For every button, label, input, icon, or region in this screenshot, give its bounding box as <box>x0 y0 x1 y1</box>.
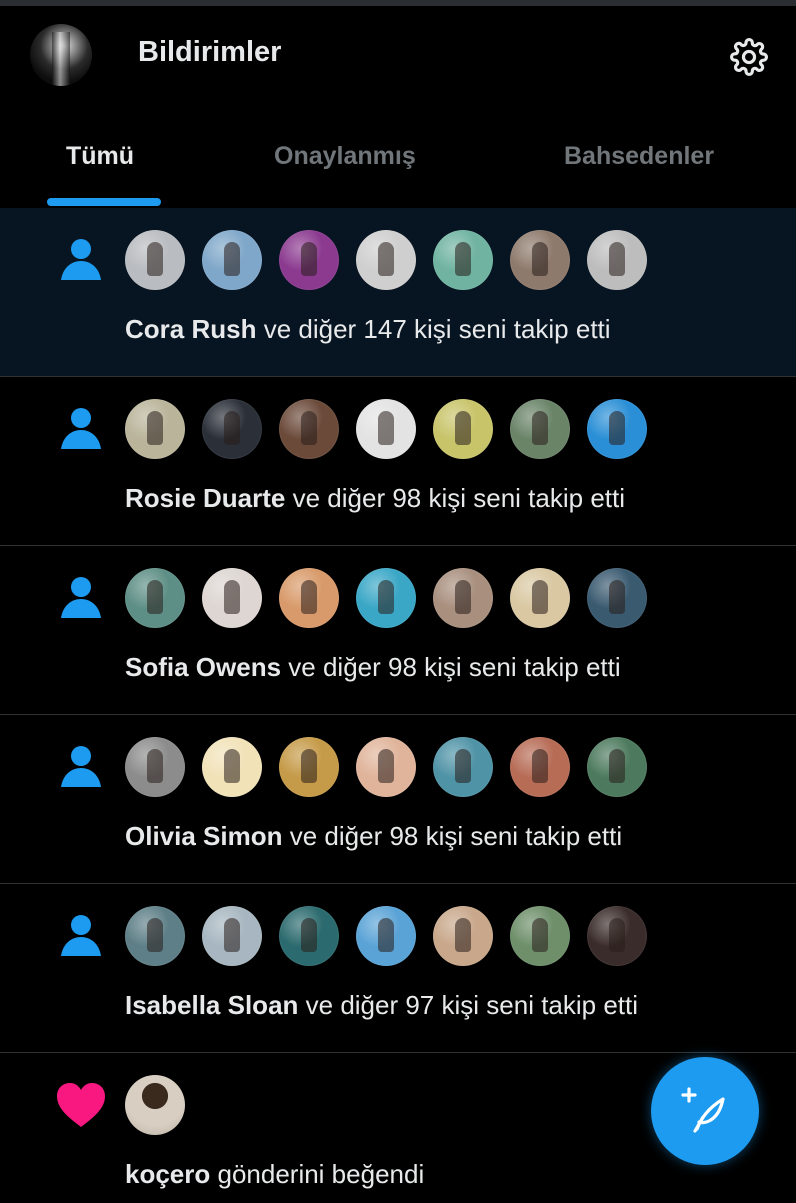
tab-bar: Tümü Onaylanmış Bahsedenler <box>0 106 796 209</box>
profile-avatar[interactable] <box>30 24 92 86</box>
follower-avatar[interactable] <box>433 906 493 966</box>
follower-avatar[interactable] <box>202 568 262 628</box>
notification-row[interactable]: Sofia Owens ve diğer 98 kişi seni takip … <box>0 546 796 715</box>
follower-avatar[interactable] <box>356 568 416 628</box>
follower-avatar[interactable] <box>510 568 570 628</box>
user-name[interactable]: Isabella Sloan <box>125 990 298 1020</box>
follower-avatar[interactable] <box>356 230 416 290</box>
notification-text: Cora Rush ve diğer 147 kişi seni takip e… <box>125 314 611 345</box>
notification-action: ve diğer 98 kişi seni takip etti <box>285 483 626 513</box>
notification-action: gönderini beğendi <box>210 1159 425 1189</box>
person-icon <box>58 574 104 620</box>
notification-row[interactable]: Cora Rush ve diğer 147 kişi seni takip e… <box>0 208 796 377</box>
follower-avatar[interactable] <box>125 737 185 797</box>
follower-avatar[interactable] <box>587 737 647 797</box>
page-title: Bildirimler <box>138 36 282 68</box>
compose-button[interactable] <box>651 1057 759 1165</box>
notification-row[interactable]: Rosie Duarte ve diğer 98 kişi seni takip… <box>0 377 796 546</box>
notification-action: ve diğer 98 kişi seni takip etti <box>281 652 621 682</box>
follower-avatar[interactable] <box>279 737 339 797</box>
user-name[interactable]: Olivia Simon <box>125 821 283 851</box>
follower-avatar[interactable] <box>202 737 262 797</box>
notification-action: ve diğer 147 kişi seni takip etti <box>256 314 611 344</box>
follower-avatar[interactable] <box>202 906 262 966</box>
gear-icon[interactable] <box>730 38 768 76</box>
notification-row[interactable]: Isabella Sloan ve diğer 97 kişi seni tak… <box>0 884 796 1053</box>
follower-avatar[interactable] <box>356 737 416 797</box>
follower-avatar[interactable] <box>433 399 493 459</box>
follower-avatar[interactable] <box>356 906 416 966</box>
header: Bildirimler <box>0 6 796 106</box>
follower-avatar[interactable] <box>510 399 570 459</box>
user-name[interactable]: Sofia Owens <box>125 652 281 682</box>
follower-avatar[interactable] <box>587 399 647 459</box>
follower-avatar[interactable] <box>433 568 493 628</box>
tab-verified[interactable]: Onaylanmış <box>274 142 416 171</box>
notification-text: Olivia Simon ve diğer 98 kişi seni takip… <box>125 821 622 852</box>
follower-avatar[interactable] <box>433 230 493 290</box>
user-name[interactable]: Rosie Duarte <box>125 483 285 513</box>
user-name[interactable]: Cora Rush <box>125 314 256 344</box>
liker-avatar[interactable] <box>125 1075 185 1135</box>
follower-avatar[interactable] <box>510 230 570 290</box>
person-icon <box>58 236 104 282</box>
follower-avatar[interactable] <box>587 568 647 628</box>
person-icon <box>58 743 104 789</box>
follower-avatar[interactable] <box>510 737 570 797</box>
follower-avatar[interactable] <box>433 737 493 797</box>
follower-avatar[interactable] <box>125 906 185 966</box>
tab-mentions[interactable]: Bahsedenler <box>564 142 714 171</box>
person-icon <box>58 912 104 958</box>
notification-text: Isabella Sloan ve diğer 97 kişi seni tak… <box>125 990 638 1021</box>
active-tab-indicator <box>47 198 161 206</box>
follower-avatar[interactable] <box>279 906 339 966</box>
tab-all[interactable]: Tümü <box>66 142 134 171</box>
follower-avatar[interactable] <box>510 906 570 966</box>
notification-text: koçero gönderini beğendi <box>125 1159 424 1190</box>
compose-feather-plus-icon <box>681 1087 725 1133</box>
person-icon <box>58 405 104 451</box>
follower-avatar[interactable] <box>587 906 647 966</box>
follower-avatar[interactable] <box>587 230 647 290</box>
notification-text: Rosie Duarte ve diğer 98 kişi seni takip… <box>125 483 625 514</box>
follower-avatar[interactable] <box>125 568 185 628</box>
notification-row[interactable]: Olivia Simon ve diğer 98 kişi seni takip… <box>0 715 796 884</box>
follower-avatar[interactable] <box>125 230 185 290</box>
follower-avatar[interactable] <box>202 230 262 290</box>
follower-avatar[interactable] <box>279 399 339 459</box>
follower-avatar[interactable] <box>125 399 185 459</box>
notification-text: Sofia Owens ve diğer 98 kişi seni takip … <box>125 652 621 683</box>
notification-list: Cora Rush ve diğer 147 kişi seni takip e… <box>0 208 796 1203</box>
user-name[interactable]: koçero <box>125 1159 210 1189</box>
heart-icon <box>55 1081 107 1129</box>
follower-avatar[interactable] <box>279 568 339 628</box>
notification-action: ve diğer 97 kişi seni takip etti <box>298 990 639 1020</box>
follower-avatar[interactable] <box>279 230 339 290</box>
notification-action: ve diğer 98 kişi seni takip etti <box>282 821 623 851</box>
follower-avatar[interactable] <box>202 399 262 459</box>
follower-avatar[interactable] <box>356 399 416 459</box>
